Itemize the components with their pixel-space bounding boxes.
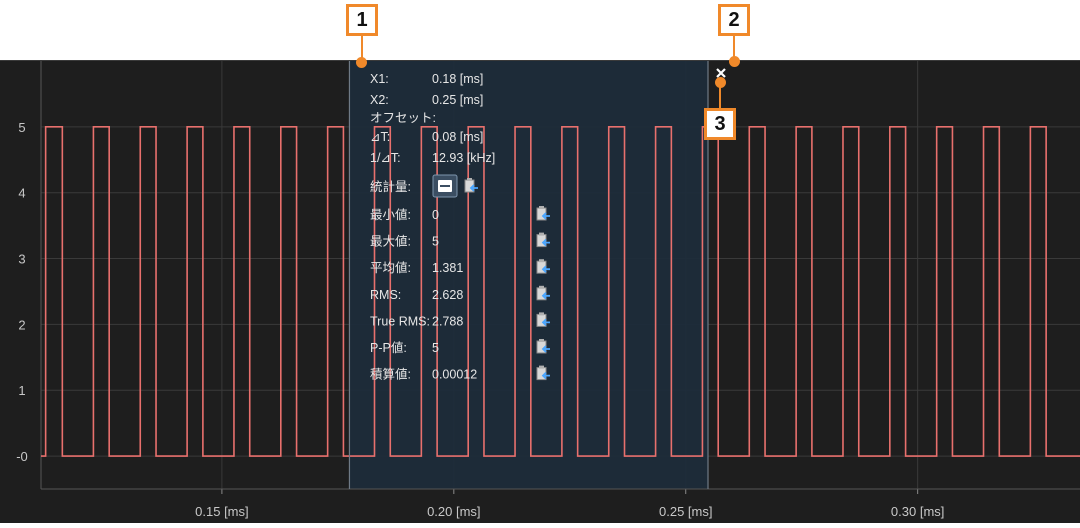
stats-row-label: 積算値: (370, 367, 411, 382)
dt-label: ⊿T: (370, 130, 390, 144)
stats-row-value: 2.628 (432, 288, 463, 302)
freq-label: 1/⊿T: (370, 151, 401, 165)
close-icon[interactable] (716, 68, 726, 78)
y-tick-label: 3 (18, 252, 25, 267)
y-tick-label: 4 (18, 186, 25, 201)
callout-1-dot (356, 57, 367, 68)
x1-value: 0.18 [ms] (432, 72, 483, 86)
callout-1: 1 (346, 4, 378, 36)
callout-3-label: 3 (714, 112, 726, 135)
x-tick-label: 0.30 [ms] (891, 504, 944, 519)
stats-row-value: 5 (432, 341, 439, 355)
chart-svg[interactable]: 0.15 [ms] 0.20 [ms] 0.25 [ms] 0.30 [ms]-012… (0, 61, 1080, 523)
stats-row-label: 最大値: (370, 234, 411, 249)
callout-3: 3 (704, 108, 736, 140)
stats-row-value: 5 (432, 235, 439, 249)
stats-label: 統計量: (370, 179, 411, 194)
callout-3-leader (719, 86, 721, 108)
collapse-stats-icon[interactable] (432, 174, 458, 198)
stats-row-value: 2.788 (432, 314, 463, 328)
callout-1-label: 1 (356, 8, 368, 31)
stats-row-label: 最小値: (370, 207, 411, 222)
freq-value: 12.93 [kHz] (432, 151, 495, 165)
callout-2-label: 2 (728, 8, 740, 31)
x-tick-label: 0.25 [ms] (659, 504, 712, 519)
y-tick-label: 5 (18, 120, 25, 135)
stats-row-label: True RMS: (370, 314, 430, 328)
stats-row-value: 0 (432, 208, 439, 222)
stats-row-label: RMS: (370, 288, 401, 302)
stats-row-value: 1.381 (432, 261, 463, 275)
waveform-chart[interactable]: 0.15 [ms] 0.20 [ms] 0.25 [ms] 0.30 [ms] -0 1 2… (0, 60, 1080, 523)
x2-value: 0.25 [ms] (432, 93, 483, 107)
stats-row-label: P-P値: (370, 340, 407, 355)
offset-label: オフセット: (370, 111, 436, 125)
y-tick-label: 1 (18, 383, 25, 398)
y-tick-label: 2 (18, 317, 25, 332)
dt-value: 0.08 [ms] (432, 130, 483, 144)
stats-row-value: 0.00012 (432, 368, 477, 382)
y-tick-label: -0 (16, 449, 28, 464)
x-tick-label: 0.15 [ms] (195, 504, 248, 519)
stats-row-label: 平均値: (370, 260, 411, 275)
callout-2-dot (729, 56, 740, 67)
x2-label: X2: (370, 93, 389, 107)
callout-2: 2 (718, 4, 750, 36)
x1-label: X1: (370, 72, 389, 86)
x-tick-label: 0.20 [ms] (427, 504, 480, 519)
